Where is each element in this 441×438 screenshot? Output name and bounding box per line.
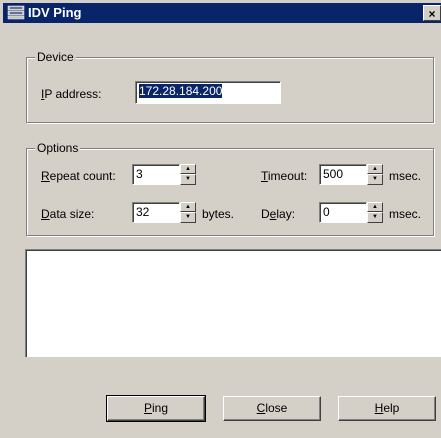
- ip-address-value: 172.28.184.200: [139, 84, 223, 98]
- delay-spinner[interactable]: ▲ ▼: [367, 202, 383, 223]
- repeat-count-spinner[interactable]: ▲ ▼: [180, 164, 196, 185]
- ip-address-field[interactable]: 172.28.184.200: [135, 81, 281, 104]
- repeat-count-field[interactable]: 3: [132, 164, 180, 185]
- ping-dialog: IDV Ping × Device IP address: 172.28.184…: [0, 0, 441, 438]
- spin-down-icon[interactable]: ▼: [367, 174, 383, 185]
- window-title: IDV Ping: [28, 5, 82, 20]
- network-app-icon: [7, 5, 25, 20]
- options-group-label: Options: [35, 141, 81, 155]
- timeout-label: Timeout:: [261, 169, 308, 183]
- spin-down-icon[interactable]: ▼: [367, 212, 383, 223]
- spin-up-icon[interactable]: ▲: [180, 164, 196, 174]
- close-window-button[interactable]: ×: [423, 5, 441, 21]
- spin-up-icon[interactable]: ▲: [367, 164, 383, 174]
- ping-button[interactable]: Ping: [106, 395, 206, 422]
- delay-unit: msec.: [389, 207, 422, 221]
- delay-label: Delay:: [261, 207, 296, 221]
- spin-up-icon[interactable]: ▲: [367, 202, 383, 212]
- delay-field[interactable]: 0: [319, 202, 367, 223]
- spin-up-icon[interactable]: ▲: [180, 202, 196, 212]
- ip-address-label: IP address:: [41, 87, 102, 101]
- timeout-spinner[interactable]: ▲ ▼: [367, 164, 383, 185]
- data-size-unit: bytes.: [202, 207, 235, 221]
- device-group-label: Device: [35, 50, 76, 64]
- data-size-label: Data size:: [41, 207, 95, 221]
- spin-down-icon[interactable]: ▼: [180, 174, 196, 185]
- close-button[interactable]: Close: [223, 396, 321, 421]
- title-bar[interactable]: IDV Ping ×: [3, 3, 441, 23]
- timeout-unit: msec.: [389, 169, 422, 183]
- timeout-field[interactable]: 500: [319, 164, 367, 185]
- data-size-field[interactable]: 32: [132, 202, 180, 223]
- data-size-spinner[interactable]: ▲ ▼: [180, 202, 196, 223]
- repeat-count-label: Repeat count:: [41, 169, 116, 183]
- help-button[interactable]: Help: [338, 396, 436, 421]
- ping-results-box[interactable]: [25, 249, 441, 357]
- spin-down-icon[interactable]: ▼: [180, 212, 196, 223]
